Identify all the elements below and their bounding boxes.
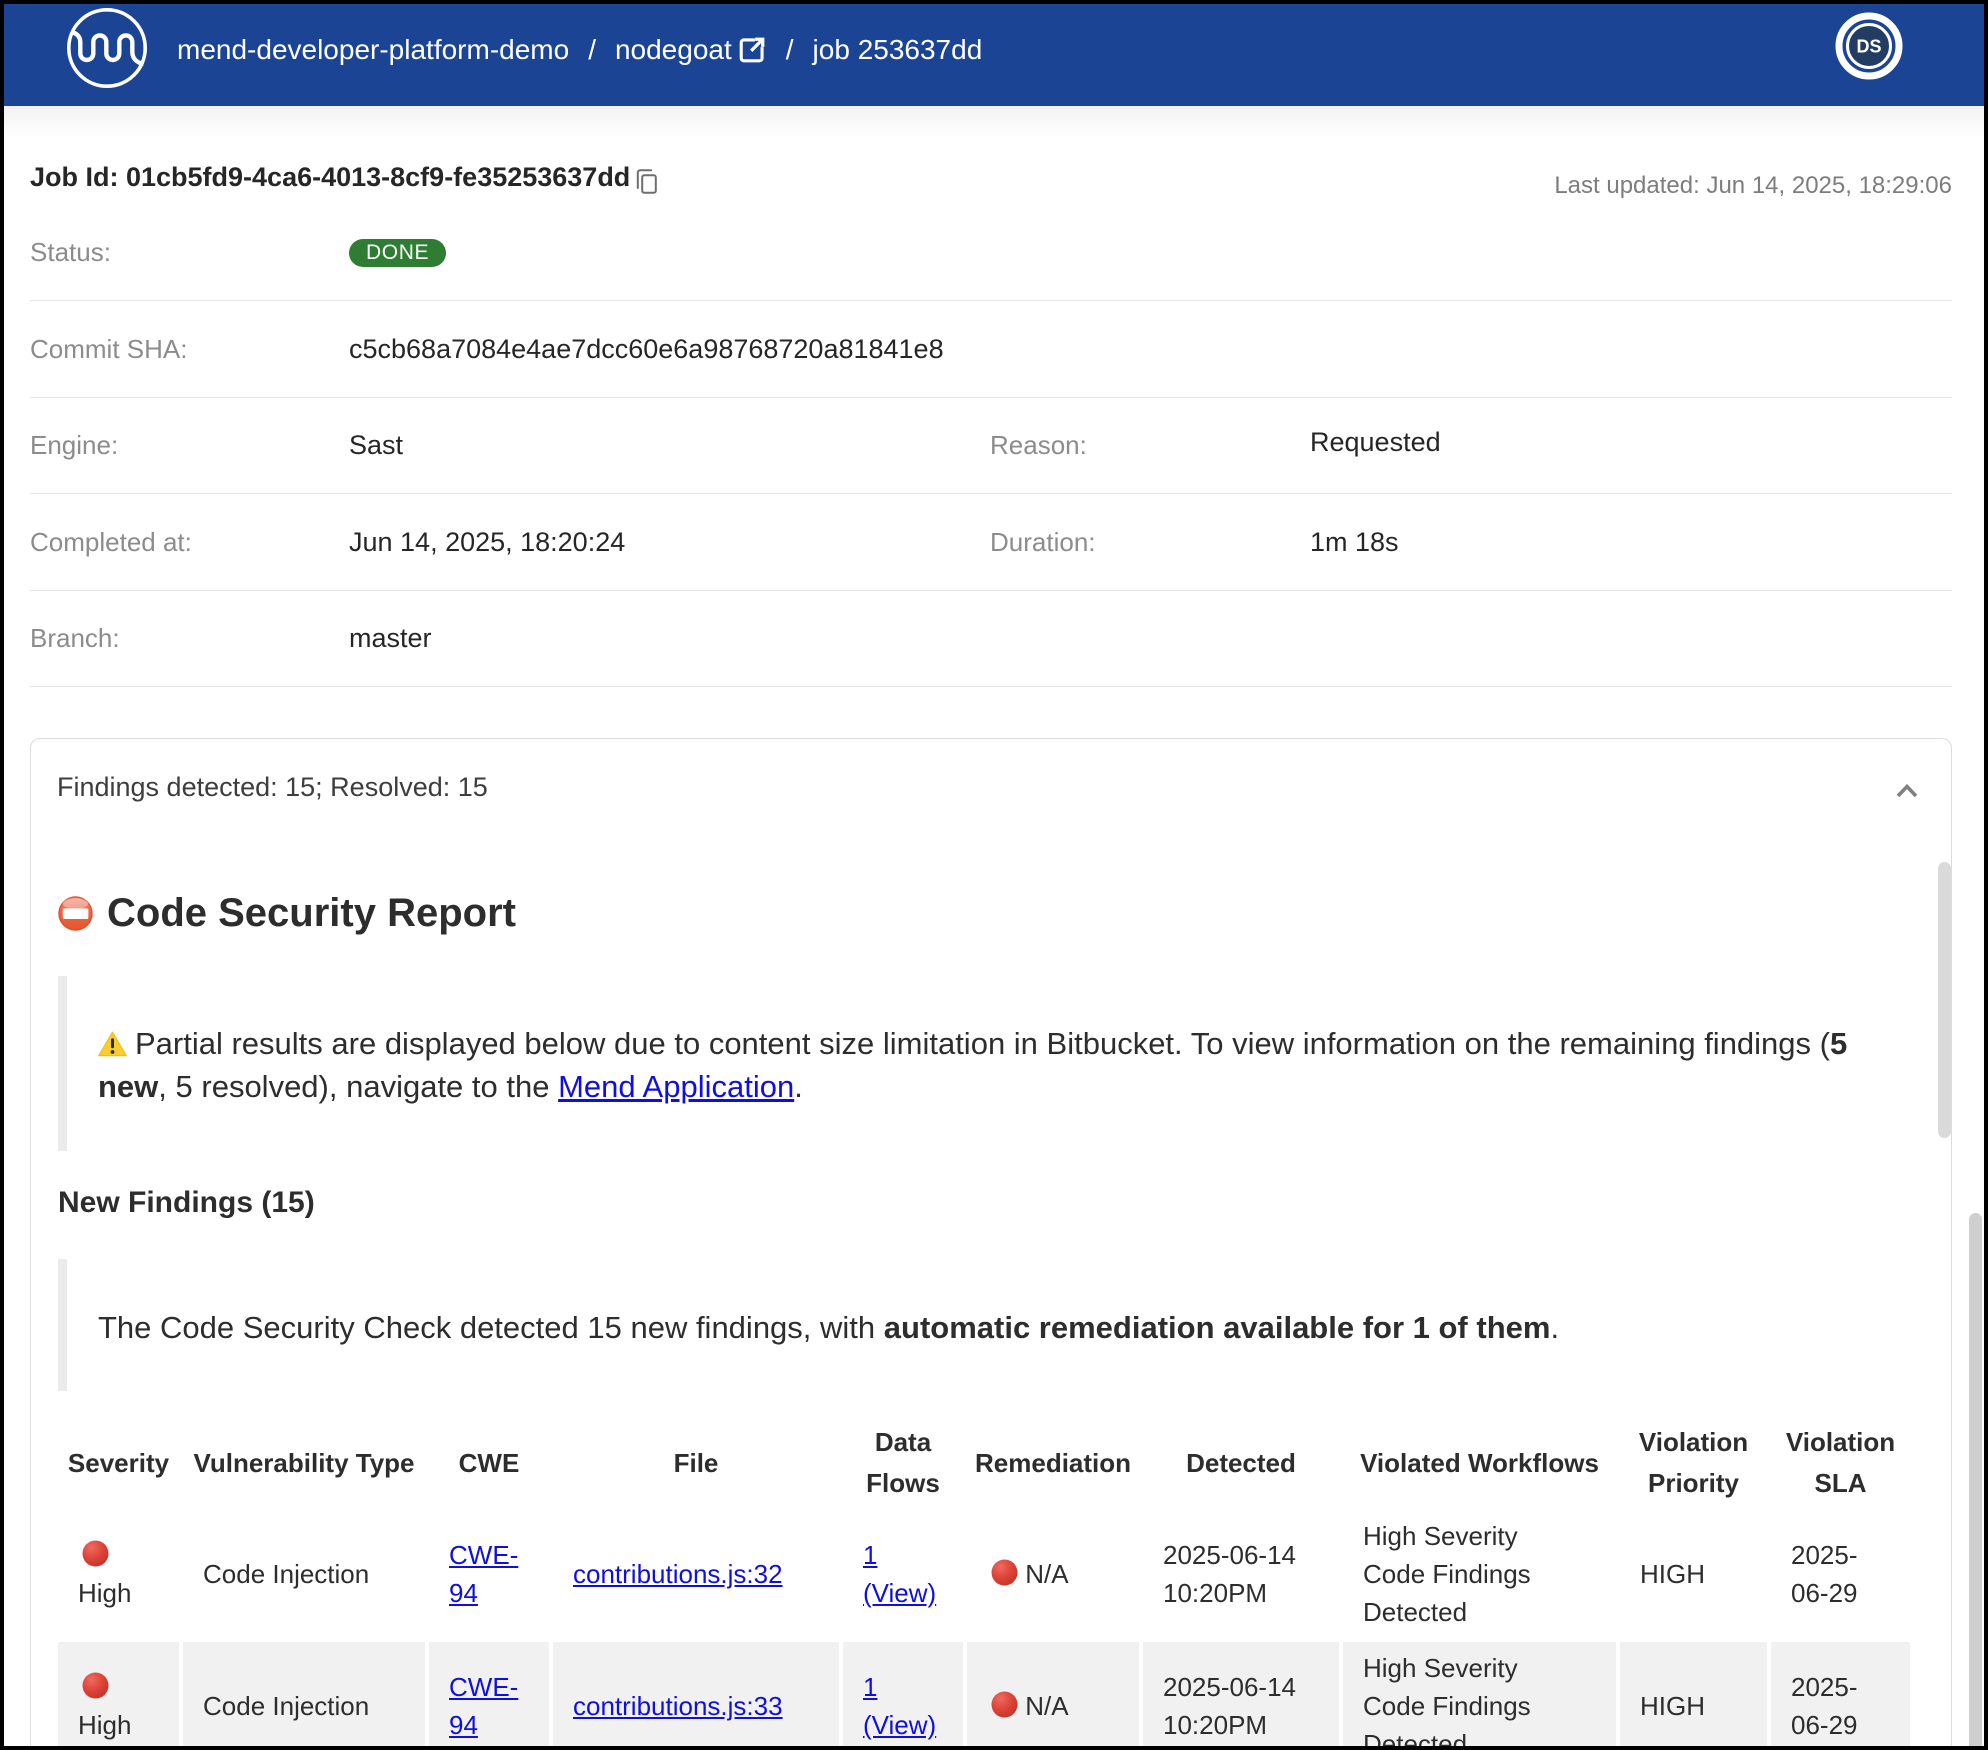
svg-text:DS: DS (1856, 37, 1881, 57)
